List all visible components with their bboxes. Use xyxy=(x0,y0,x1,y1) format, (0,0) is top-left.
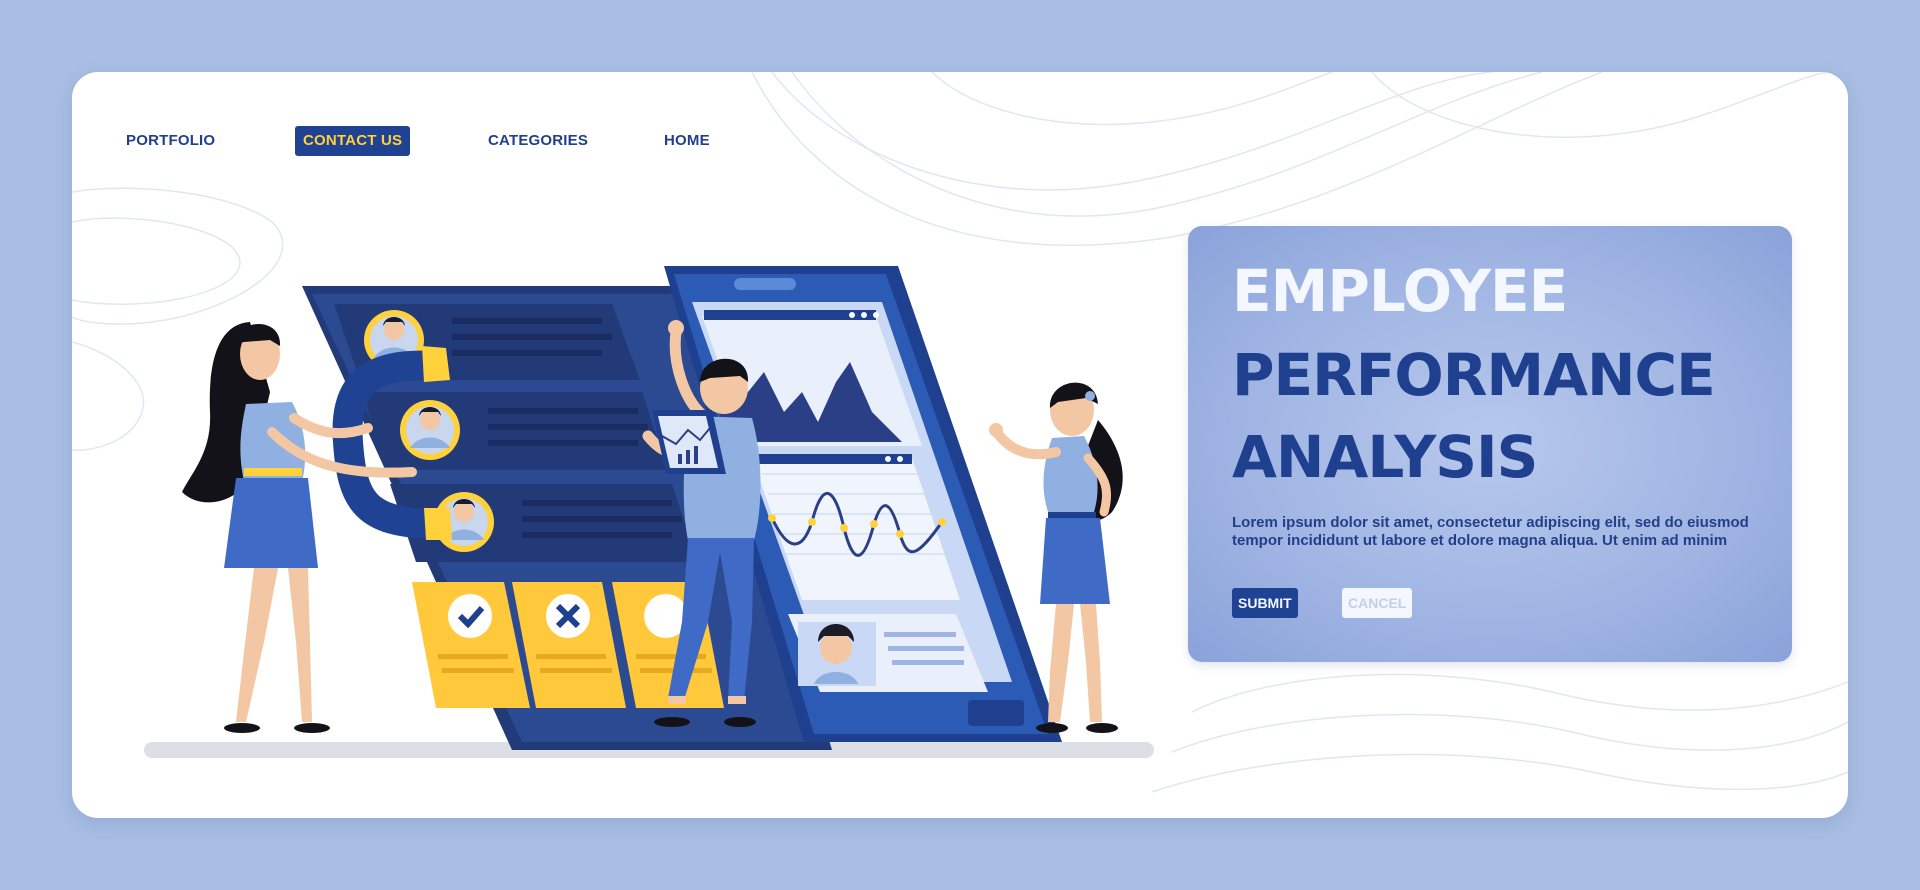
phone-home-button xyxy=(968,700,1024,726)
nav-categories[interactable]: CATEGORIES xyxy=(488,126,588,156)
title-line-employee: EMPLOYEE xyxy=(1232,257,1568,325)
title-line-performance: PERFORMANCE xyxy=(1232,341,1716,409)
nav-home[interactable]: HOME xyxy=(664,126,710,156)
hero-description: Lorem ipsum dolor sit amet, consectetur … xyxy=(1232,514,1749,549)
hero-panel: EMPLOYEE PERFORMANCE ANALYSIS Lorem ipsu… xyxy=(1188,226,1792,662)
hero-illustration xyxy=(144,266,1154,758)
cancel-button[interactable]: CANCEL xyxy=(1342,588,1413,618)
submit-button[interactable]: SUBMIT xyxy=(1232,588,1298,618)
nav-contact-us[interactable]: CONTACT US xyxy=(295,126,411,156)
landing-card: PORTFOLIO CONTACT US CATEGORIES HOME EMP… xyxy=(72,72,1848,818)
title-line-analysis: ANALYSIS xyxy=(1232,423,1538,491)
list-row xyxy=(362,392,668,470)
top-nav: PORTFOLIO CONTACT US CATEGORIES HOME xyxy=(72,72,872,192)
profile-card xyxy=(788,614,988,692)
nav-portfolio[interactable]: PORTFOLIO xyxy=(126,126,215,156)
